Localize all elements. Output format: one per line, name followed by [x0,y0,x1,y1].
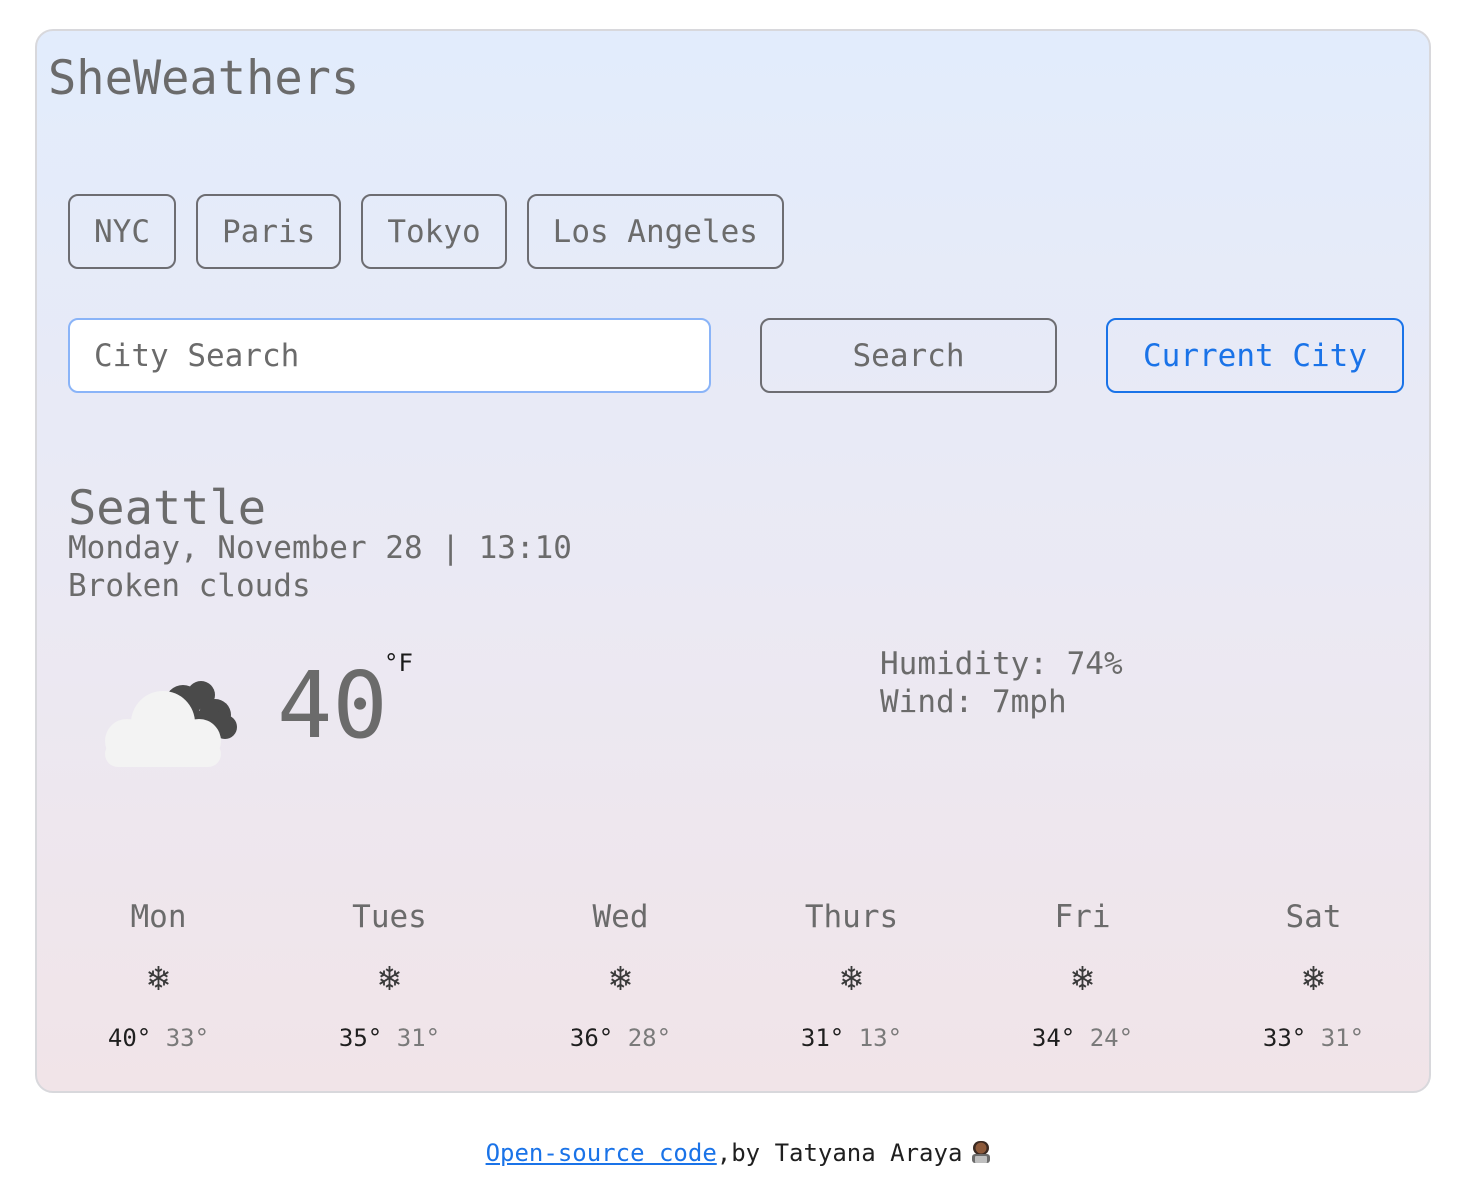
forecast-day: Tues ❄ 35° 31° [274,897,505,1053]
snowflake-icon: ❄ [1071,958,1094,999]
city-button-nyc[interactable]: NYC [68,194,176,269]
forecast-temps: 40° 33° [43,1023,274,1053]
forecast-min: 28° [627,1024,672,1052]
footer-credit: ,by Tatyana Araya [716,1139,963,1167]
forecast-min: 33° [165,1024,210,1052]
footer: Open-source code,by Tatyana Araya [0,1135,1478,1171]
forecast-temps: 34° 24° [967,1023,1198,1053]
woman-technologist-icon [972,1141,991,1163]
snowflake-icon: ❄ [609,958,632,999]
snowflake-icon: ❄ [840,958,863,999]
forecast-day-name: Fri [1054,899,1111,935]
wind: Wind: 7mph [880,684,1067,720]
forecast-temps: 33° 31° [1198,1023,1429,1053]
city-button-tokyo[interactable]: Tokyo [361,194,507,269]
forecast-max: 40° [107,1024,152,1052]
humidity: Humidity: 74% [880,646,1123,682]
forecast-max: 31° [800,1024,845,1052]
current-city-button[interactable]: Current City [1106,318,1404,393]
search-button[interactable]: Search [760,318,1057,393]
date-time: Monday, November 28 | 13:10 [68,530,572,566]
temperature-unit: °F [384,649,413,677]
forecast-max: 33° [1262,1024,1307,1052]
weather-description: Broken clouds [68,568,311,604]
open-source-link[interactable]: Open-source code [486,1139,717,1167]
forecast-day: Mon ❄ 40° 33° [43,897,274,1053]
app-title: SheWeathers [48,51,360,106]
forecast-day: Thurs ❄ 31° 13° [736,897,967,1053]
weather-app-card: SheWeathers NYC Paris Tokyo Los Angeles … [35,29,1431,1093]
forecast-day-name: Tues [352,899,427,935]
forecast-max: 36° [569,1024,614,1052]
city-search-input[interactable] [68,318,711,393]
forecast-min: 13° [858,1024,903,1052]
forecast-day-name: Thurs [804,899,899,935]
broken-clouds-icon [105,681,237,767]
forecast-day-name: Mon [130,899,187,935]
forecast-min: 31° [396,1024,441,1052]
snowflake-icon: ❄ [378,958,401,999]
search-form: Search Current City [68,318,1404,393]
current-temperature: 40 [277,652,388,759]
forecast-max: 34° [1031,1024,1076,1052]
forecast-temps: 35° 31° [274,1023,505,1053]
forecast-day: Wed ❄ 36° 28° [505,897,736,1053]
forecast-day-name: Wed [592,899,649,935]
forecast-temps: 31° 13° [736,1023,967,1053]
forecast: Mon ❄ 40° 33° Tues ❄ 35° 31° Wed ❄ 36° 2… [37,897,1429,1077]
snowflake-icon: ❄ [147,958,170,999]
forecast-day-name: Sat [1285,899,1342,935]
forecast-max: 35° [338,1024,383,1052]
city-button-los-angeles[interactable]: Los Angeles [526,194,784,269]
snowflake-icon: ❄ [1302,958,1325,999]
city-button-paris[interactable]: Paris [196,194,342,269]
quick-city-links: NYC Paris Tokyo Los Angeles [68,194,784,269]
forecast-temps: 36° 28° [505,1023,736,1053]
forecast-day: Fri ❄ 34° 24° [967,897,1198,1053]
forecast-min: 24° [1089,1024,1134,1052]
forecast-min: 31° [1320,1024,1365,1052]
forecast-day: Sat ❄ 33° 31° [1198,897,1429,1053]
